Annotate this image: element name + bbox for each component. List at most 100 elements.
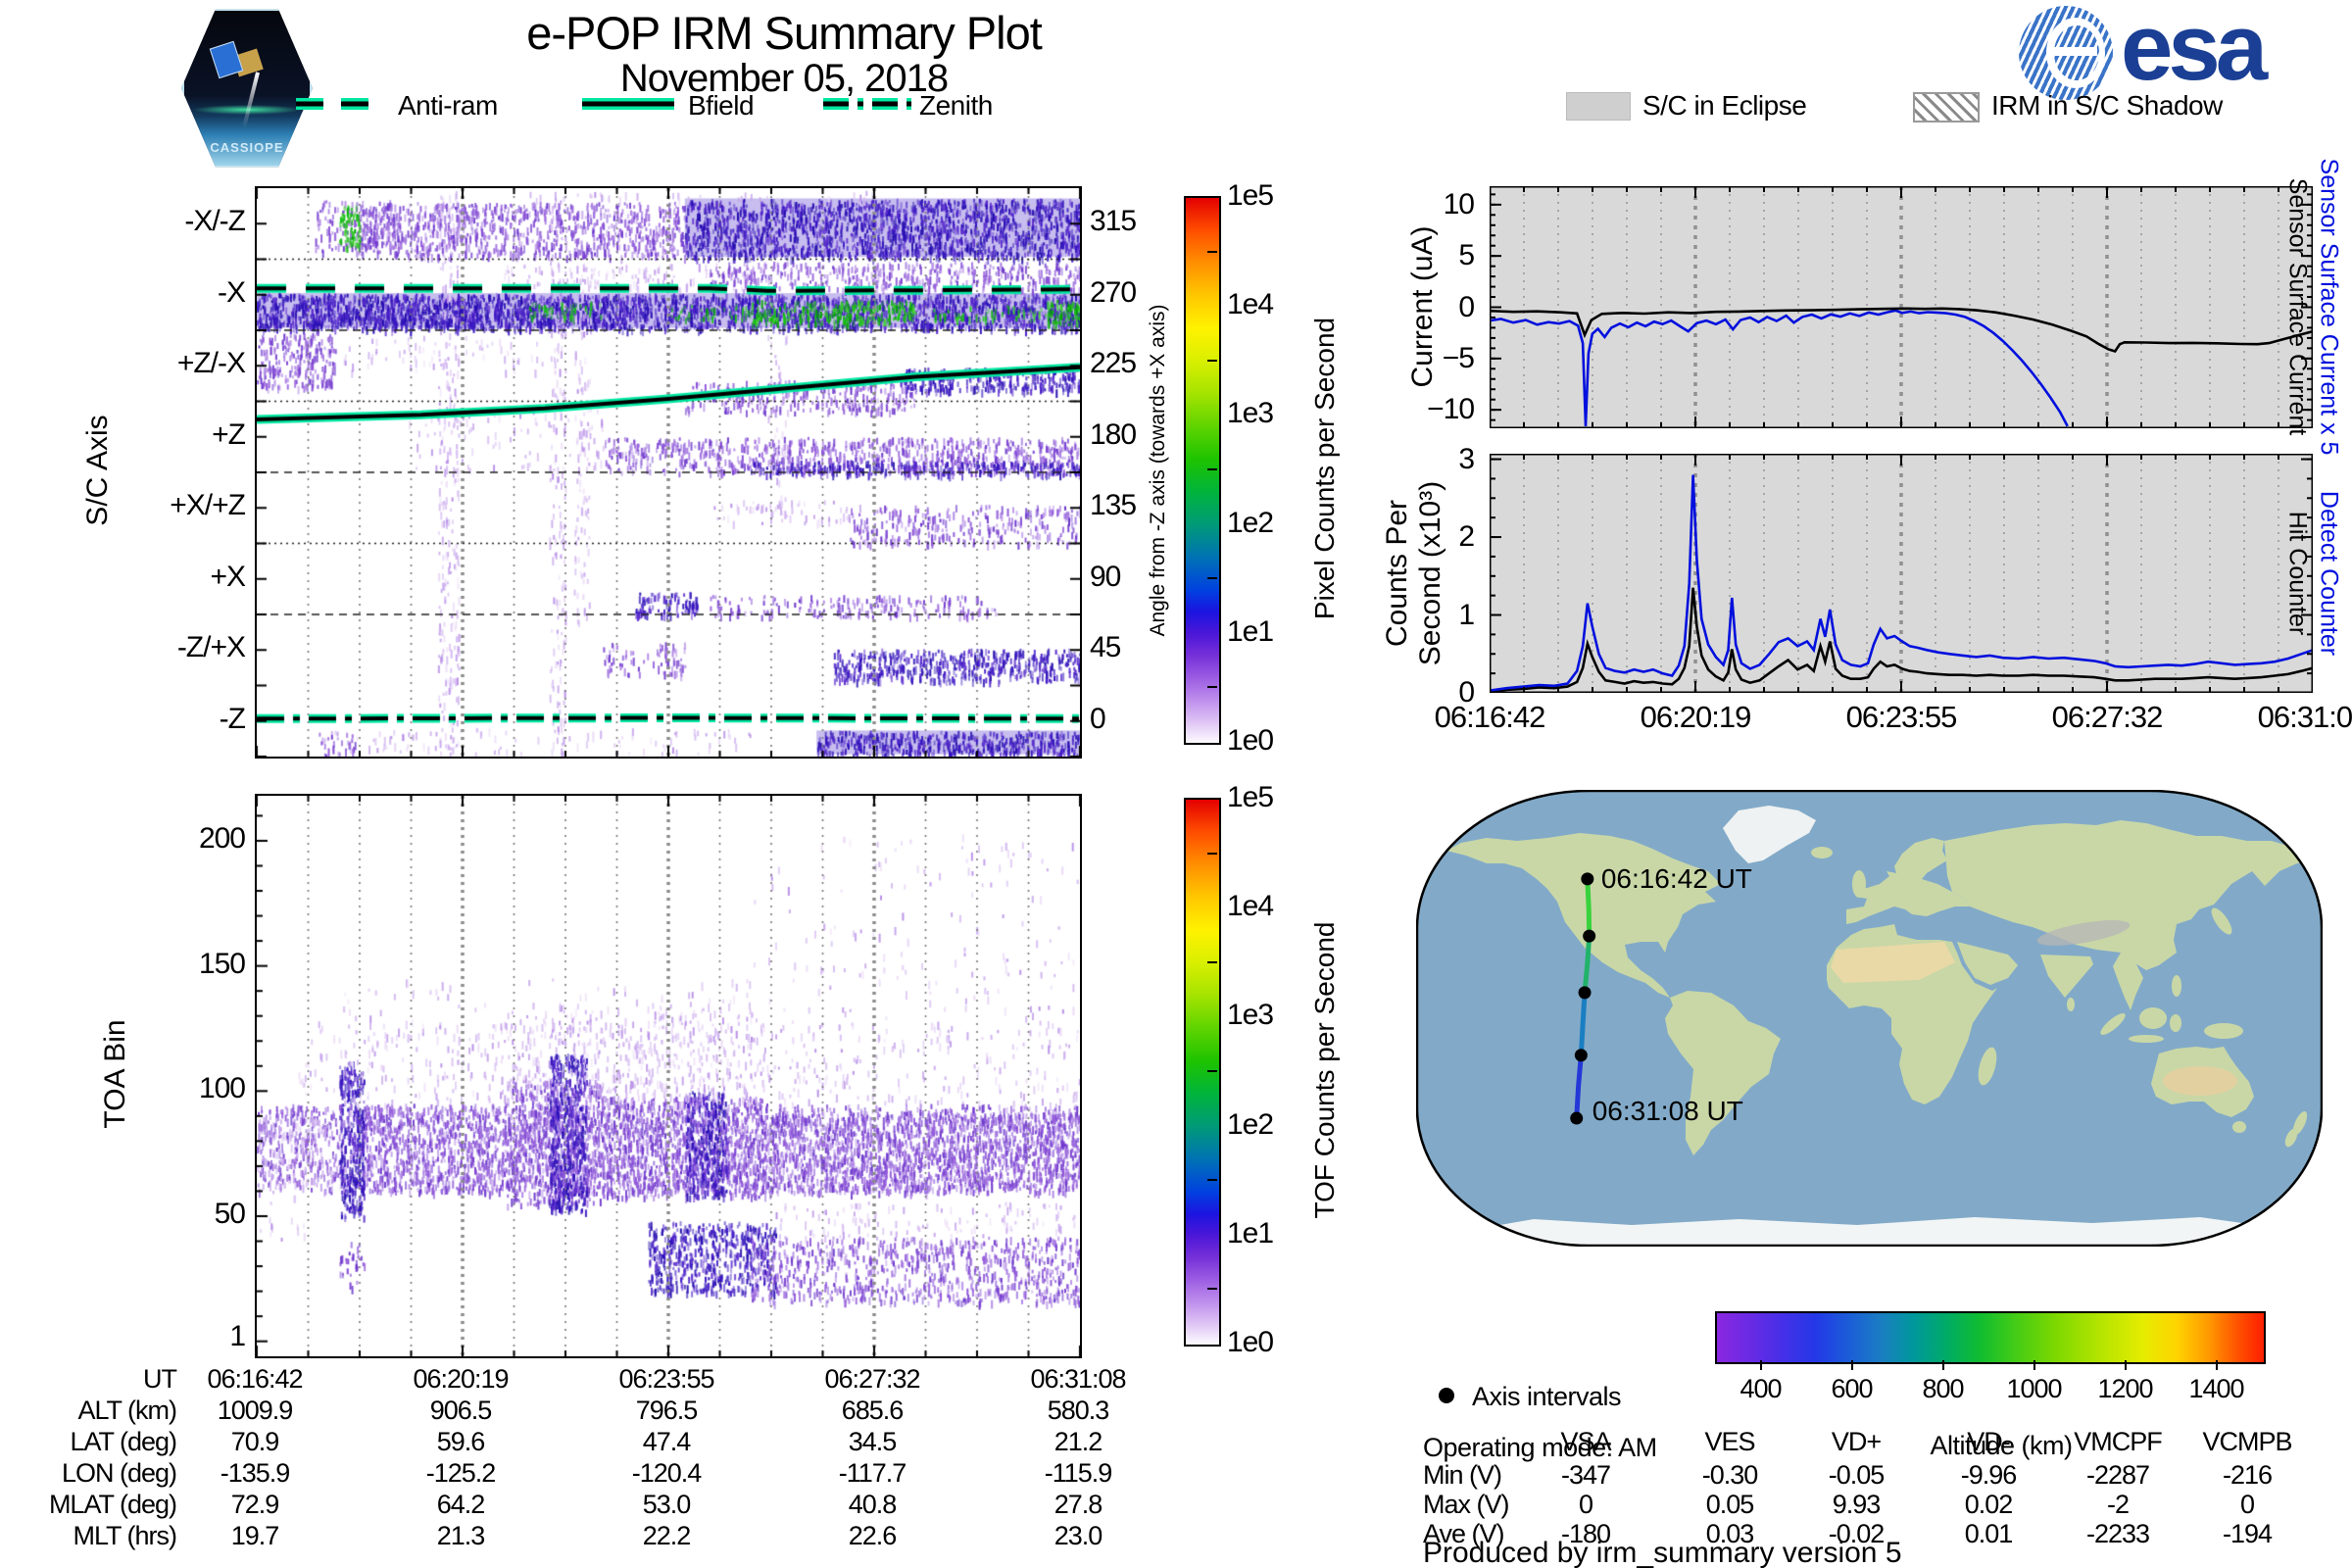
sc-axis-category-label: +X <box>210 560 246 593</box>
sc-axis-category-label: -Z/+X <box>176 631 246 664</box>
antiram-line-sample <box>296 98 384 110</box>
esa-logo-globe <box>2019 6 2113 100</box>
current-ytick-label: −10 <box>1427 393 1475 426</box>
ephemeris-cell: 59.6 <box>436 1427 486 1456</box>
voltage-col-header: VD- <box>1967 1427 2011 1456</box>
eclipse-swatch <box>1566 92 1631 121</box>
voltage-cell: -0.05 <box>1828 1460 1886 1490</box>
time-tick-label: 06:31:08 <box>2257 700 2352 734</box>
pixel-colorbar-tick-label: 1e5 <box>1227 179 1274 212</box>
ephemeris-cell: 1009.9 <box>217 1396 294 1425</box>
colorbar-minor-tick <box>1207 1070 1217 1072</box>
toa-tick-label: 150 <box>198 947 246 980</box>
esa-logo-wordmark: esa <box>2121 0 2268 100</box>
page-title: e-POP IRM Summary Plot <box>526 7 1043 59</box>
colorbar-minor-tick <box>1207 359 1217 362</box>
ephemeris-cell: 21.3 <box>436 1521 486 1550</box>
voltage-cell: -216 <box>2222 1460 2273 1490</box>
angle-tick-label: 315 <box>1090 205 1137 238</box>
colorbar-minor-tick <box>1207 852 1217 855</box>
ephemeris-cell: -135.9 <box>220 1458 291 1488</box>
pixel-colorbar-tick-label: 1e0 <box>1227 724 1274 757</box>
voltage-cell: 0.02 <box>1964 1490 2014 1519</box>
bfield-line-sample <box>582 98 674 110</box>
time-tick-label: 06:20:19 <box>1640 700 1752 734</box>
axis-intervals-label: Axis intervals <box>1472 1382 1622 1411</box>
ephemeris-cell: 685.6 <box>841 1396 905 1425</box>
ephemeris-cell: -115.9 <box>1044 1458 1113 1488</box>
voltage-cell: -2287 <box>2085 1460 2150 1490</box>
voltage-cell: 9.93 <box>1832 1490 1882 1519</box>
ephemeris-cell: 06:31:08 <box>1030 1364 1126 1394</box>
ephemeris-cell: 796.5 <box>635 1396 699 1425</box>
ephemeris-cell: 22.2 <box>642 1521 692 1550</box>
map-body <box>1417 791 2322 1246</box>
altitude-tick-mark <box>2215 1360 2218 1370</box>
current-chart <box>1490 186 2313 428</box>
ephemeris-row-label: ALT (km) <box>77 1396 177 1425</box>
counts-ytick-label: 1 <box>1458 598 1475 631</box>
colorbar-minor-tick <box>1207 1288 1217 1291</box>
ephemeris-cell: 06:27:32 <box>824 1364 920 1394</box>
colorbar-minor-tick <box>1207 960 1217 963</box>
toa-spectrogram-canvas <box>255 794 1082 1358</box>
voltage-cell: 0.01 <box>1964 1519 2014 1548</box>
counts-ytick-label: 2 <box>1458 520 1475 554</box>
pixel-colorbar-tick-label: 1e3 <box>1227 397 1274 430</box>
voltage-cell: -9.96 <box>1960 1460 2018 1490</box>
sc-axis-category-label: +Z/-X <box>176 347 246 380</box>
ephemeris-row-label: LON (deg) <box>61 1458 177 1488</box>
voltage-cell: -0.30 <box>1701 1460 1759 1490</box>
sc-axis-category-label: -X/-Z <box>184 205 246 238</box>
esa-logo: esa <box>2019 0 2342 100</box>
page-subtitle-date: November 05, 2018 <box>619 57 949 100</box>
toa-bin-ylabel: TOA Bin <box>99 1019 131 1129</box>
colorbar-minor-tick <box>1207 686 1217 689</box>
ephemeris-row-label: UT <box>143 1364 177 1394</box>
voltage-cell: 0 <box>1578 1490 1593 1519</box>
voltage-col-header: VCMPB <box>2202 1427 2292 1456</box>
ephemeris-cell: -120.4 <box>631 1458 703 1488</box>
sc-axis-category-label: -X <box>218 275 246 309</box>
legend-zenith-label: Zenith <box>919 90 993 121</box>
ephemeris-cell: 64.2 <box>436 1490 486 1519</box>
time-tick-label: 06:23:55 <box>1845 700 1958 734</box>
ephemeris-cell: 906.5 <box>429 1396 493 1425</box>
ephemeris-cell: 47.4 <box>642 1427 692 1456</box>
altitude-tick-mark <box>1850 1360 1853 1370</box>
pixel-colorbar-tick-label: 1e4 <box>1227 288 1274 321</box>
ephemeris-row-label: LAT (deg) <box>70 1427 177 1456</box>
counts-ylabel-line2: Second (x10³) <box>1414 480 1446 666</box>
counts-ytick-label: 3 <box>1458 442 1475 475</box>
altitude-tick-mark <box>2124 1360 2127 1370</box>
cassiope-mission-patch: CASSIOPE <box>181 9 313 168</box>
altitude-tick-mark <box>1941 1360 1944 1370</box>
legend-shadow-label: IRM in S/C Shadow <box>1991 90 2223 121</box>
voltage-col-header: VMCPF <box>2074 1427 2163 1456</box>
current-ytick-label: 0 <box>1458 290 1475 323</box>
time-tick-label: 06:27:32 <box>2051 700 2164 734</box>
colorbar-minor-tick <box>1207 577 1217 580</box>
voltage-col-header: VD+ <box>1831 1427 1882 1456</box>
map-outback <box>2163 1066 2237 1096</box>
pixel-colorbar-tick-label: 1e1 <box>1227 614 1274 648</box>
ephemeris-cell: 06:16:42 <box>207 1364 303 1394</box>
legend-eclipse-label: S/C in Eclipse <box>1642 90 1807 121</box>
patch-cassiope-label: CASSIOPE <box>210 140 284 155</box>
ephemeris-row-label: MLT (hrs) <box>73 1521 178 1550</box>
sensor-surface-current-x5-label: Sensor Surface Current x 5 <box>2315 158 2343 456</box>
voltage-cell: 0.05 <box>1705 1490 1755 1519</box>
sc-axis-category-label: +Z <box>212 417 246 451</box>
toa-tick-label: 100 <box>198 1072 246 1105</box>
altitude-tick-label: 1400 <box>2188 1374 2244 1403</box>
toa-tick-label: 1 <box>229 1320 246 1353</box>
ephemeris-cell: -125.2 <box>425 1458 497 1488</box>
tof-colorbar-tick-label: 1e1 <box>1227 1216 1274 1250</box>
axis-intervals-dot <box>1439 1388 1454 1403</box>
pixel-colorbar-tick-label: 1e2 <box>1227 506 1274 539</box>
altitude-tick-mark <box>2033 1360 2035 1370</box>
tof-colorbar-label: TOF Counts per Second <box>1309 921 1340 1219</box>
hit-counter-label: Hit Counter <box>2283 511 2312 636</box>
altitude-tick-mark <box>1759 1360 1762 1370</box>
current-ytick-label: 5 <box>1458 239 1475 272</box>
